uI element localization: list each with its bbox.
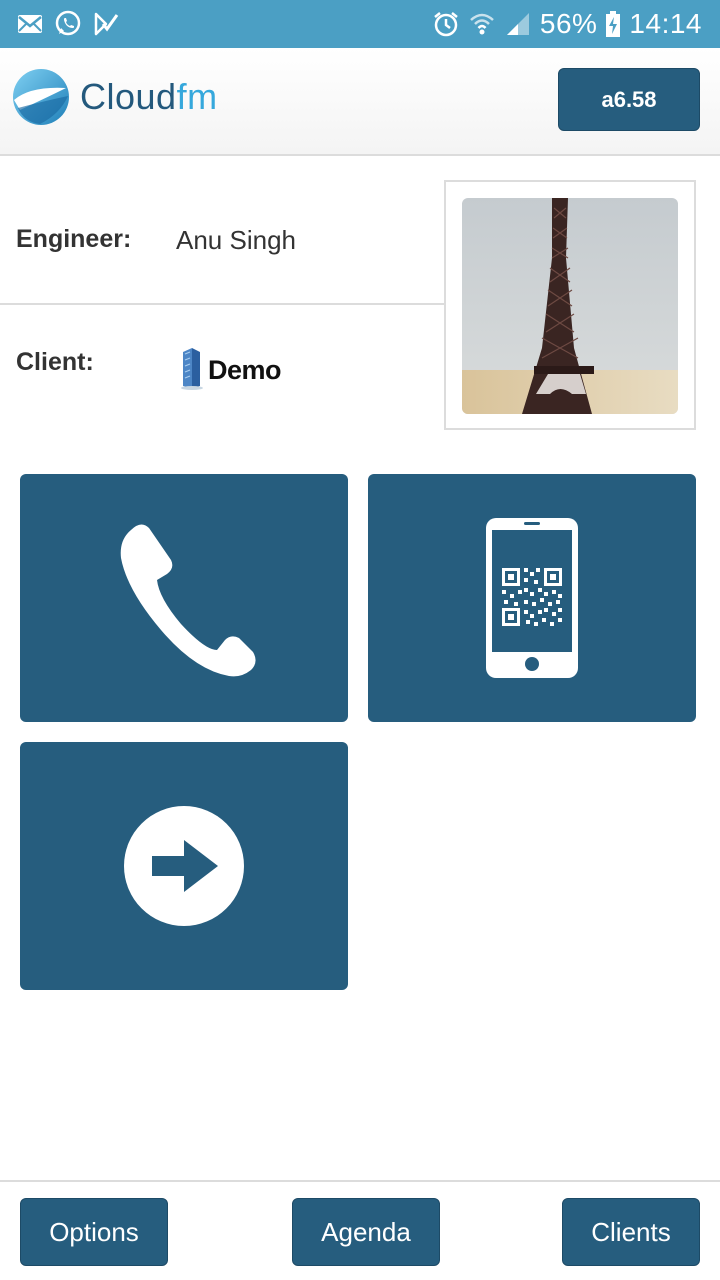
battery-percent: 56% xyxy=(539,8,598,39)
call-tile[interactable] xyxy=(20,474,348,722)
mail-icon xyxy=(18,15,42,33)
scan-qr-tile[interactable] xyxy=(368,474,696,722)
app-header: Cloudfm a6.58 xyxy=(0,48,720,156)
arrow-right-circle-icon xyxy=(124,806,244,926)
status-bar: 56% 14:14 xyxy=(0,0,720,48)
divider xyxy=(0,303,445,305)
phone-icon xyxy=(120,524,256,677)
bottom-nav: Options Agenda Clients xyxy=(0,1180,720,1280)
agenda-button[interactable]: Agenda xyxy=(292,1198,440,1266)
client-label: Client: xyxy=(16,348,94,376)
cloudfm-logo-icon xyxy=(13,69,69,125)
task-check-icon xyxy=(94,12,119,36)
whatsapp-icon xyxy=(55,10,81,36)
qr-phone-icon xyxy=(486,518,578,678)
status-right-icons: 56% 14:14 xyxy=(432,6,702,42)
engineer-photo xyxy=(462,198,678,414)
eiffel-tower-image xyxy=(462,198,678,414)
client-name: Demo xyxy=(208,355,282,385)
version-button[interactable]: a6.58 xyxy=(558,68,700,131)
signal-icon xyxy=(506,13,529,35)
continue-tile[interactable] xyxy=(20,742,348,990)
battery-charging-icon xyxy=(606,11,621,37)
app-logo-text: Cloudfm xyxy=(80,76,218,117)
clients-button[interactable]: Clients xyxy=(562,1198,700,1266)
engineer-label: Engineer: xyxy=(16,225,132,253)
alarm-icon xyxy=(434,12,458,37)
engineer-photo-frame[interactable] xyxy=(444,180,696,430)
wifi-icon xyxy=(470,13,494,35)
options-button[interactable]: Options xyxy=(20,1198,168,1266)
status-left-icons xyxy=(16,8,120,40)
building-icon xyxy=(181,348,203,390)
client-logo: Demo xyxy=(180,344,282,390)
engineer-name: Anu Singh xyxy=(176,225,296,255)
clock: 14:14 xyxy=(629,8,702,39)
